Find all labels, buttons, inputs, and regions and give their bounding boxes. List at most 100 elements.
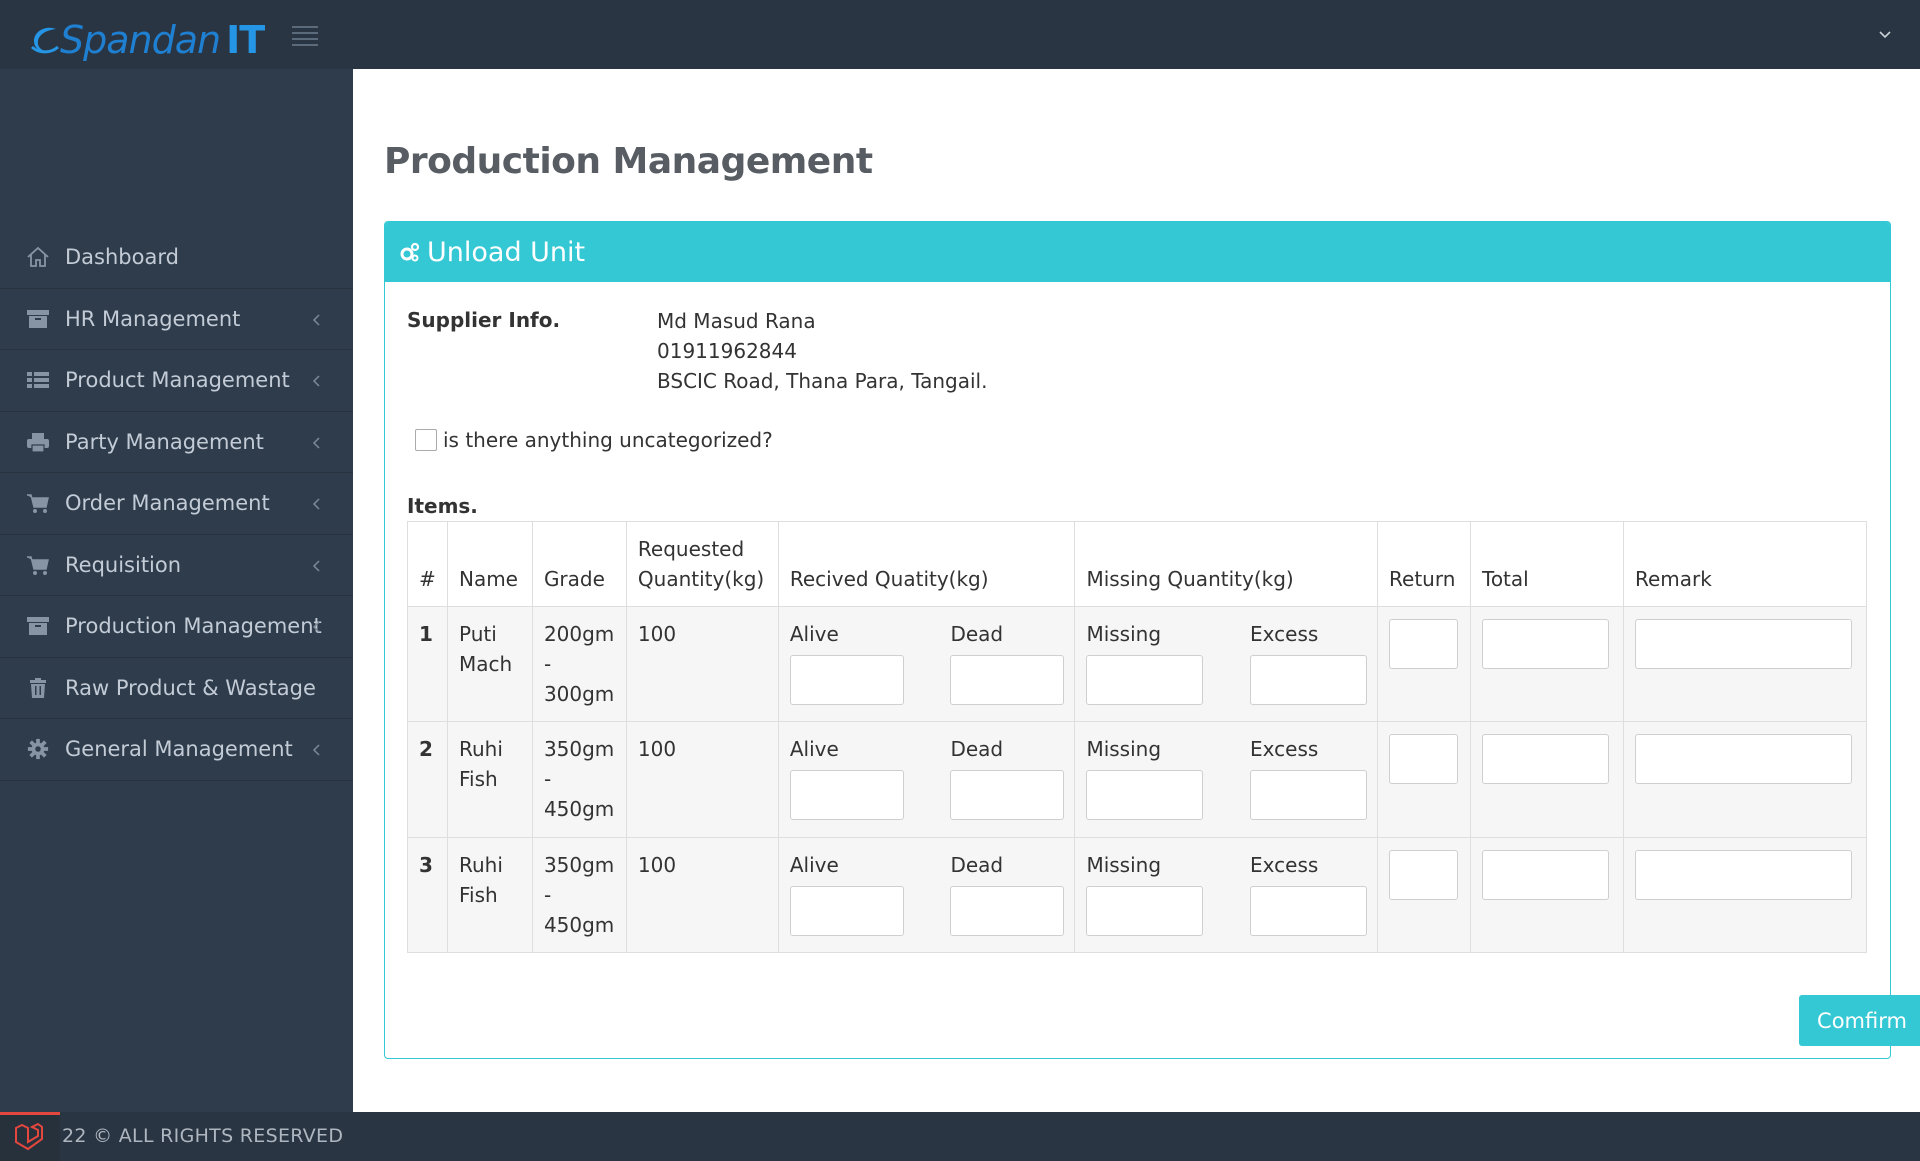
supplier-address: BSCIC Road, Thana Para, Tangail.: [657, 369, 988, 393]
excess-label: Excess: [1250, 737, 1319, 761]
dead-label: Dead: [950, 622, 1004, 646]
total-input[interactable]: [1482, 850, 1609, 900]
missing-label: Missing: [1086, 737, 1162, 761]
total-cell: [1470, 837, 1624, 953]
alive-label: Alive: [789, 622, 839, 646]
row-requested: 100: [625, 606, 779, 722]
remark-input[interactable]: [1634, 850, 1852, 900]
alive-input[interactable]: [789, 770, 904, 820]
alive-label: Alive: [789, 737, 839, 761]
sidebar-item-party-management[interactable]: Party Management: [0, 412, 353, 473]
sidebar-item-label: Production Management: [65, 614, 322, 639]
remark-input[interactable]: [1634, 619, 1852, 669]
header-total: Total: [1470, 521, 1624, 607]
row-name: Ruhi Fish: [446, 837, 533, 953]
table-row: 1 Puti Mach 200gm - 300gm 100 Alive Dead…: [407, 606, 1868, 722]
hamburger-menu-icon[interactable]: [292, 26, 318, 46]
missing-cell: Missing Excess: [1074, 606, 1379, 722]
return-cell: [1377, 837, 1471, 953]
sidebar-item-raw-product-wastage[interactable]: Raw Product & Wastage: [0, 658, 353, 719]
dead-label: Dead: [950, 853, 1004, 877]
row-index: 2: [407, 721, 448, 838]
top-navbar: Spandan IT: [0, 0, 1920, 69]
sidebar-item-general-management[interactable]: General Management: [0, 719, 353, 781]
missing-input[interactable]: [1086, 655, 1204, 705]
header-requested: Requested Quantity(kg): [625, 521, 779, 607]
supplier-phone: 01911962844: [657, 339, 797, 363]
chevron-left-icon: [312, 436, 320, 449]
row-index: 1: [407, 606, 448, 722]
total-input[interactable]: [1482, 619, 1609, 669]
sidebar-item-order-management[interactable]: Order Management: [0, 473, 353, 535]
chevron-left-icon: [312, 744, 320, 756]
sidebar-nav: Dashboard HR Management Product Manageme…: [0, 227, 353, 781]
remark-cell: [1622, 721, 1868, 838]
missing-input[interactable]: [1086, 886, 1204, 936]
header-name: Name: [446, 521, 533, 607]
list-icon: [25, 368, 51, 392]
return-cell: [1377, 606, 1471, 722]
remark-cell: [1622, 606, 1868, 722]
row-name: Ruhi Fish: [446, 721, 533, 838]
uncategorized-checkbox[interactable]: [415, 429, 437, 451]
header-return: Return: [1377, 521, 1471, 607]
sidebar-item-requisition[interactable]: Requisition: [0, 535, 353, 596]
alive-input[interactable]: [789, 886, 904, 936]
cart-icon: [25, 491, 51, 515]
return-input[interactable]: [1389, 619, 1459, 669]
chevron-left-icon: [312, 559, 320, 572]
copyright-text: 22 © ALL RIGHTS RESERVED: [62, 1125, 344, 1147]
printer-icon: [25, 430, 51, 454]
excess-label: Excess: [1250, 853, 1319, 877]
missing-cell: Missing Excess: [1074, 837, 1379, 953]
debugbar-toggle[interactable]: [0, 1112, 60, 1161]
sidebar-item-label: Product Management: [65, 368, 290, 393]
excess-label: Excess: [1250, 622, 1319, 646]
table-row: 2 Ruhi Fish 350gm - 450gm 100 Alive Dead…: [407, 721, 1868, 838]
header-remark: Remark: [1622, 521, 1868, 607]
sidebar-item-hr-management[interactable]: HR Management: [0, 289, 353, 350]
header-missing: Missing Quantity(kg): [1074, 521, 1379, 607]
excess-input[interactable]: [1250, 886, 1368, 936]
gears-icon: [400, 242, 420, 262]
sidebar-item-label: Party Management: [65, 429, 264, 454]
total-input[interactable]: [1482, 734, 1609, 784]
supplier-name: Md Masud Rana: [657, 309, 816, 333]
dead-input[interactable]: [950, 886, 1065, 936]
chevron-left-icon: [312, 498, 320, 510]
trash-icon: [25, 676, 51, 700]
return-cell: [1377, 721, 1471, 838]
table-row: 3 Ruhi Fish 350gm - 450gm 100 Alive Dead…: [407, 837, 1868, 953]
uncategorized-toggle[interactable]: is there anything uncategorized?: [415, 428, 773, 452]
sidebar-item-label: Requisition: [65, 552, 182, 577]
sidebar-item-production-management[interactable]: Production Management: [0, 596, 353, 658]
excess-input[interactable]: [1250, 770, 1368, 820]
logo-mark-icon: [30, 27, 59, 54]
sidebar-item-product-management[interactable]: Product Management: [0, 350, 353, 412]
confirm-button[interactable]: Comfirm: [1799, 995, 1920, 1046]
missing-label: Missing: [1086, 853, 1162, 877]
panel-header: Unload Unit: [385, 222, 1890, 282]
main-content: Production Management Unload Unit Suppli…: [353, 69, 1920, 1112]
return-input[interactable]: [1389, 850, 1459, 900]
items-label: Items.: [407, 494, 478, 518]
sidebar-item-dashboard[interactable]: Dashboard: [0, 227, 353, 289]
dead-input[interactable]: [950, 655, 1065, 705]
total-cell: [1470, 606, 1624, 722]
unload-unit-panel: Unload Unit Supplier Info. Md Masud Rana…: [384, 221, 1920, 1059]
missing-label: Missing: [1086, 622, 1162, 646]
row-requested: 100: [625, 837, 779, 953]
excess-input[interactable]: [1250, 655, 1368, 705]
return-input[interactable]: [1389, 734, 1459, 784]
uncategorized-label: is there anything uncategorized?: [443, 428, 773, 452]
chevron-down-icon[interactable]: [1878, 28, 1892, 42]
alive-input[interactable]: [789, 655, 904, 705]
brand-logo[interactable]: Spandan IT: [28, 18, 265, 62]
remark-input[interactable]: [1634, 734, 1852, 784]
header-received: Recived Quatity(kg): [777, 521, 1076, 607]
missing-input[interactable]: [1086, 770, 1204, 820]
footer: 22 © ALL RIGHTS RESERVED: [0, 1112, 1920, 1161]
dead-input[interactable]: [950, 770, 1065, 820]
row-grade: 200gm - 300gm: [531, 606, 627, 722]
alive-label: Alive: [789, 853, 839, 877]
